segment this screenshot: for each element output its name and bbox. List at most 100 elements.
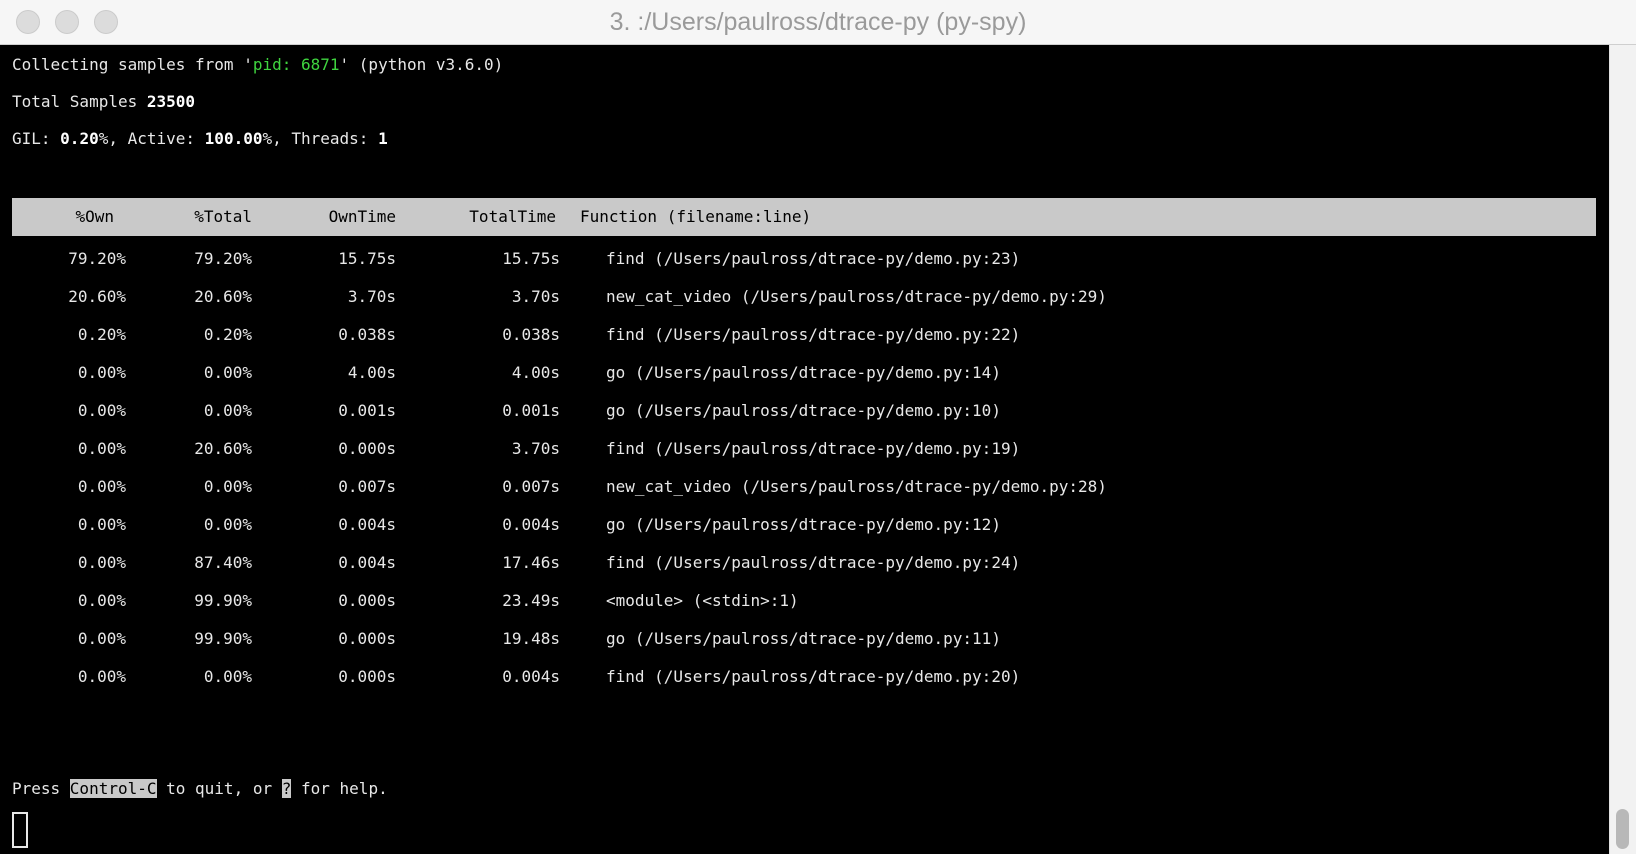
column-header-total: %Total [194,207,252,226]
own-percent: 0.00% [77,629,126,648]
column-header-own: %Own [75,207,114,226]
total-time: 17.46s [502,553,560,572]
table-header: %Own %Total OwnTime TotalTime Function (… [12,198,1596,236]
quit-key-hint: Control-C [69,779,157,798]
title-bar[interactable]: 3. :/Users/paulross/dtrace-py (py-spy) [0,0,1636,45]
own-time: 0.004s [338,553,396,572]
own-time: 4.00s [347,363,396,382]
own-percent: 0.00% [77,591,126,610]
table-row: 0.00% 0.00% 0.001s 0.001s go (/Users/pau… [0,392,1609,430]
column-header-function: Function (filename:line) [580,207,812,226]
total-percent: 0.00% [203,401,252,420]
function-location: find (/Users/paulross/dtrace-py/demo.py:… [606,325,1021,344]
function-location: go (/Users/paulross/dtrace-py/demo.py:10… [606,401,1001,420]
table-row: 0.00% 0.00% 4.00s 4.00s go (/Users/paulr… [0,354,1609,392]
terminal-cursor [12,812,28,848]
total-percent: 20.60% [194,439,252,458]
total-time: 0.038s [502,325,560,344]
own-percent: 0.00% [77,553,126,572]
total-time: 3.70s [511,439,560,458]
table-row: 0.00% 0.00% 0.000s 0.004s find (/Users/p… [0,658,1609,696]
own-time: 0.007s [338,477,396,496]
table-row: 0.00% 0.00% 0.004s 0.004s go (/Users/pau… [0,506,1609,544]
table-row: 0.00% 20.60% 0.000s 3.70s find (/Users/p… [0,430,1609,468]
scrollbar[interactable] [1609,45,1636,854]
sampling-prefix: Collecting samples from ' [12,55,253,74]
total-percent: 87.40% [194,553,252,572]
total-time: 0.004s [502,667,560,686]
total-percent: 0.00% [203,667,252,686]
total-time: 0.001s [502,401,560,420]
footer-press: Press [12,779,70,798]
own-time: 0.000s [338,667,396,686]
table-row: 0.00% 0.00% 0.007s 0.007s new_cat_video … [0,468,1609,506]
total-percent: 99.90% [194,629,252,648]
total-percent: 20.60% [194,287,252,306]
pid-label: pid: 6871 [252,55,340,74]
gil-value: 0.20 [60,129,99,148]
scrollbar-thumb[interactable] [1616,809,1629,849]
function-location: find (/Users/paulross/dtrace-py/demo.py:… [606,667,1021,686]
function-location: go (/Users/paulross/dtrace-py/demo.py:12… [606,515,1001,534]
own-time: 0.004s [338,515,396,534]
own-percent: 0.00% [77,667,126,686]
own-percent: 0.00% [77,477,126,496]
total-time: 19.48s [502,629,560,648]
own-percent: 79.20% [68,249,126,268]
status-line-samples: Total Samples 23500 [12,83,195,121]
table-row: 0.20% 0.20% 0.038s 0.038s find (/Users/p… [0,316,1609,354]
function-location: find (/Users/paulross/dtrace-py/demo.py:… [606,249,1021,268]
total-time: 4.00s [511,363,560,382]
own-time: 0.000s [338,629,396,648]
own-time: 0.000s [338,439,396,458]
column-header-owntime: OwnTime [328,207,396,226]
total-time: 0.007s [502,477,560,496]
own-percent: 0.00% [77,515,126,534]
total-time: 15.75s [502,249,560,268]
function-location: <module> (<stdin>:1) [606,591,799,610]
help-key-hint: ? [281,779,292,798]
own-time: 0.001s [338,401,396,420]
function-location: new_cat_video (/Users/paulross/dtrace-py… [606,287,1107,306]
total-percent: 0.00% [203,515,252,534]
terminal-window: 3. :/Users/paulross/dtrace-py (py-spy) C… [0,0,1636,854]
status-line-gil: GIL: 0.20%, Active: 100.00%, Threads: 1 [12,120,388,158]
status-line-sampling: Collecting samples from 'pid: 6871' (pyt… [12,46,503,84]
threads-value: 1 [378,129,388,148]
own-time: 0.038s [338,325,396,344]
total-percent: 0.00% [203,363,252,382]
samples-value: 23500 [146,92,196,111]
table-row: 0.00% 99.90% 0.000s 23.49s <module> (<st… [0,582,1609,620]
total-percent: 0.20% [203,325,252,344]
window-title: 3. :/Users/paulross/dtrace-py (py-spy) [609,8,1027,36]
function-location: go (/Users/paulross/dtrace-py/demo.py:14… [606,363,1001,382]
function-location: new_cat_video (/Users/paulross/dtrace-py… [606,477,1107,496]
own-time: 3.70s [347,287,396,306]
active-label: %, Active: [98,129,205,148]
total-percent: 0.00% [203,477,252,496]
table-row: 79.20% 79.20% 15.75s 15.75s find (/Users… [0,240,1609,278]
function-location: find (/Users/paulross/dtrace-py/demo.py:… [606,439,1021,458]
table-row: 0.00% 99.90% 0.000s 19.48s go (/Users/pa… [0,620,1609,658]
sampling-suffix: ' (python v3.6.0) [339,55,504,74]
samples-label: Total Samples [12,92,147,111]
total-percent: 79.20% [194,249,252,268]
table-row: 0.00% 87.40% 0.004s 17.46s find (/Users/… [0,544,1609,582]
own-percent: 0.20% [77,325,126,344]
own-percent: 0.00% [77,401,126,420]
table-row: 20.60% 20.60% 3.70s 3.70s new_cat_video … [0,278,1609,316]
gil-label: GIL: [12,129,61,148]
total-time: 23.49s [502,591,560,610]
own-percent: 0.00% [77,363,126,382]
footer-middle: to quit, or [156,779,282,798]
footer-end: for help. [291,779,388,798]
own-percent: 20.60% [68,287,126,306]
function-location: find (/Users/paulross/dtrace-py/demo.py:… [606,553,1021,572]
threads-label: %, Threads: [262,129,379,148]
help-footer: Press Control-C to quit, or ? for help. [12,770,388,808]
total-time: 0.004s [502,515,560,534]
own-percent: 0.00% [77,439,126,458]
total-time: 3.70s [511,287,560,306]
total-percent: 99.90% [194,591,252,610]
own-time: 15.75s [338,249,396,268]
